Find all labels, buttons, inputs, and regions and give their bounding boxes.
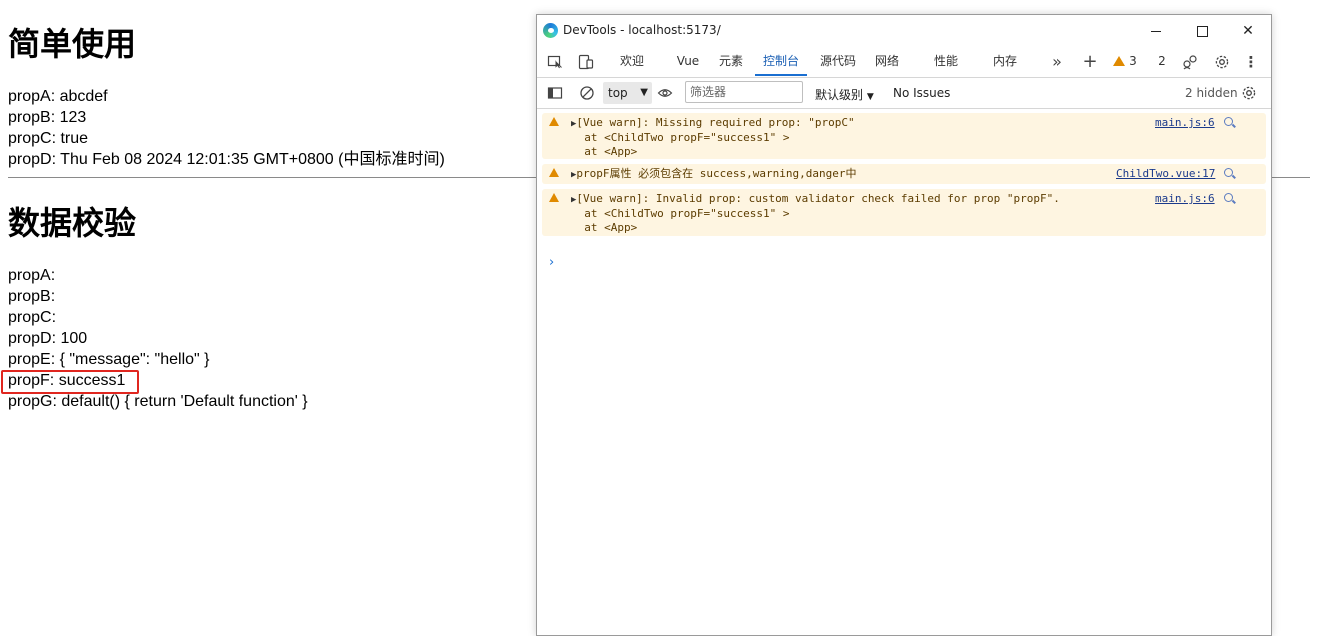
- simple-line-propD: propD: Thu Feb 08 2024 12:01:35 GMT+0800…: [8, 151, 445, 168]
- search-icon[interactable]: [1224, 193, 1236, 205]
- context-value: top: [608, 86, 628, 100]
- add-tab-icon[interactable]: +: [1082, 53, 1098, 71]
- chevron-down-icon: ▼: [640, 87, 648, 98]
- tab-network[interactable]: 网络: [869, 47, 905, 76]
- close-icon: ✕: [1242, 23, 1254, 39]
- window-title: DevTools - localhost:5173/: [563, 23, 721, 37]
- edge-logo-icon: [543, 23, 558, 38]
- message-line: [Vue warn]: Missing required prop: "prop…: [576, 116, 855, 129]
- simple-line-propC: propC: true: [8, 130, 89, 147]
- hidden-count: 2 hidden: [1185, 86, 1238, 100]
- settings-gear-icon[interactable]: [1214, 54, 1230, 70]
- warnings-counter[interactable]: 3: [1111, 47, 1139, 76]
- live-expression-eye-icon[interactable]: [657, 85, 673, 101]
- warning-icon: [549, 168, 559, 177]
- devtools-window: DevTools - localhost:5173/ ✕ 欢迎 Vue 元素 控…: [536, 14, 1272, 636]
- heading-simple-use: 简单使用: [8, 25, 137, 63]
- more-tabs-icon[interactable]: »: [1049, 54, 1065, 70]
- validate-line-propB: propB:: [8, 288, 56, 305]
- propF-highlight-box: [1, 370, 139, 394]
- minimize-icon: [1151, 30, 1161, 32]
- validate-line-propA: propA:: [8, 267, 56, 284]
- customize-icon[interactable]: [1182, 54, 1198, 70]
- console-message-warning-1[interactable]: ▶[Vue warn]: Missing required prop: "pro…: [542, 113, 1266, 159]
- message-source-link[interactable]: ChildTwo.vue:17: [1116, 167, 1215, 181]
- filter-input[interactable]: [685, 81, 803, 103]
- message-line: at <ChildTwo propF="success1" >: [571, 131, 790, 144]
- sidebar-toggle-icon[interactable]: [547, 85, 563, 101]
- warning-icon: [549, 117, 559, 126]
- minimize-button[interactable]: [1133, 15, 1179, 47]
- devtools-titlebar[interactable]: DevTools - localhost:5173/ ✕: [537, 15, 1271, 47]
- validate-line-propG: propG: default() { return 'Default funct…: [8, 393, 308, 410]
- message-line: propF属性 必须包含在 success,warning,danger中: [576, 167, 857, 180]
- log-levels-label: 默认级别: [815, 88, 864, 102]
- tab-welcome[interactable]: 欢迎: [611, 47, 653, 76]
- devtools-tabbar: 欢迎 Vue 元素 控制台 源代码 网络 性能 内存 » + 3 2 ⋮: [537, 47, 1271, 78]
- message-line: [Vue warn]: Invalid prop: custom validat…: [576, 192, 1060, 205]
- device-emulation-icon[interactable]: [578, 54, 594, 70]
- tab-console[interactable]: 控制台: [755, 47, 807, 76]
- warnings-count: 3: [1129, 54, 1137, 68]
- tab-performance[interactable]: 性能: [925, 47, 967, 76]
- levels-chevron-down-icon: ▼: [866, 92, 874, 102]
- maximize-icon: [1196, 25, 1208, 37]
- log-levels-dropdown[interactable]: 默认级别 ▼: [815, 86, 874, 103]
- console-output: ▶[Vue warn]: Missing required prop: "pro…: [537, 109, 1271, 635]
- console-settings-gear-icon[interactable]: [1241, 85, 1257, 101]
- simple-line-propA: propA: abcdef: [8, 88, 108, 105]
- message-line: at <App>: [571, 221, 638, 234]
- message-source-link[interactable]: main.js:6: [1155, 116, 1215, 130]
- search-icon[interactable]: [1224, 117, 1236, 129]
- issues-count[interactable]: 2: [1155, 47, 1169, 76]
- console-toolbar: top ▼ 默认级别 ▼ No Issues 2 hidden: [537, 78, 1271, 109]
- simple-line-propB: propB: 123: [8, 109, 87, 126]
- heading-data-validation: 数据校验: [8, 204, 137, 242]
- message-body: ▶[Vue warn]: Missing required prop: "pro…: [571, 116, 855, 159]
- maximize-button[interactable]: [1179, 15, 1225, 47]
- message-line: at <ChildTwo propF="success1" >: [571, 207, 790, 220]
- no-issues-label[interactable]: No Issues: [893, 86, 950, 100]
- validate-line-propC: propC:: [8, 309, 57, 326]
- message-body: ▶[Vue warn]: Invalid prop: custom valida…: [571, 192, 1060, 235]
- message-source-link[interactable]: main.js:6: [1155, 192, 1215, 206]
- tab-memory[interactable]: 内存: [985, 47, 1025, 76]
- clear-console-icon[interactable]: [579, 85, 595, 101]
- console-message-warning-3[interactable]: ▶[Vue warn]: Invalid prop: custom valida…: [542, 189, 1266, 236]
- message-body: ▶propF属性 必须包含在 success,warning,danger中: [571, 167, 856, 182]
- tab-vue[interactable]: Vue: [669, 47, 707, 76]
- inspect-element-icon[interactable]: [547, 54, 563, 70]
- message-line: at <App>: [571, 145, 638, 158]
- context-selector[interactable]: top ▼: [603, 82, 652, 104]
- tab-sources[interactable]: 源代码: [813, 47, 863, 76]
- console-prompt[interactable]: ›: [549, 255, 554, 270]
- warning-icon: [1113, 56, 1126, 66]
- search-icon[interactable]: [1224, 168, 1236, 180]
- close-button[interactable]: ✕: [1225, 15, 1271, 47]
- validate-line-propD: propD: 100: [8, 330, 88, 347]
- validate-line-propE: propE: { "message": "hello" }: [8, 351, 210, 368]
- more-options-icon[interactable]: ⋮: [1243, 54, 1259, 70]
- console-message-warning-2[interactable]: ▶propF属性 必须包含在 success,warning,danger中 C…: [542, 164, 1266, 184]
- warning-icon: [549, 193, 559, 202]
- tab-elements[interactable]: 元素: [711, 47, 751, 76]
